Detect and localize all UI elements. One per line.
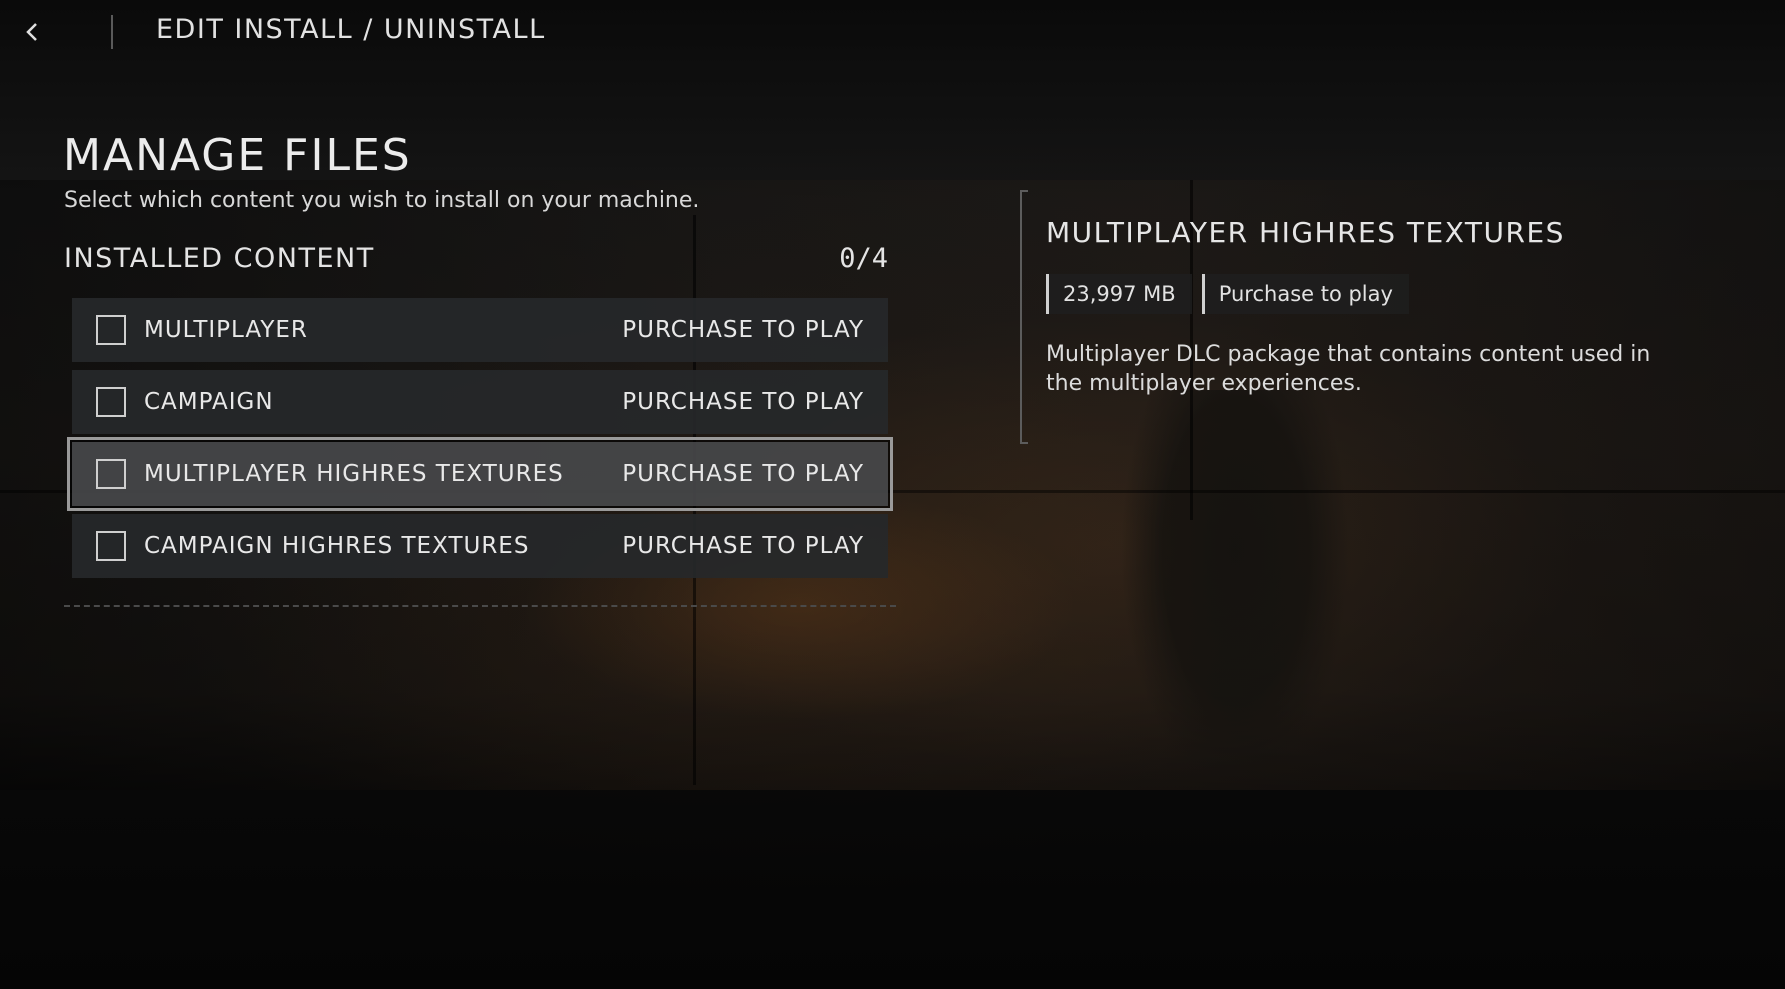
- detail-description: Multiplayer DLC package that contains co…: [1046, 342, 1651, 396]
- content-row-status: PURCHASE TO PLAY: [622, 389, 864, 415]
- content-row-status: PURCHASE TO PLAY: [622, 317, 864, 343]
- page-title: MANAGE FILES: [63, 130, 412, 181]
- content-row-label: CAMPAIGN HIGHRES TEXTURES: [144, 533, 530, 559]
- content-list: MULTIPLAYER PURCHASE TO PLAY CAMPAIGN PU…: [67, 298, 893, 586]
- detail-bracket: [1020, 190, 1028, 444]
- list-divider: [64, 605, 896, 607]
- content-row-label: MULTIPLAYER HIGHRES TEXTURES: [144, 461, 564, 487]
- content-row-multiplayer-highres-textures[interactable]: MULTIPLAYER HIGHRES TEXTURES PURCHASE TO…: [67, 437, 893, 511]
- installed-count: 0/4: [839, 243, 888, 274]
- top-bar: EDIT INSTALL / UNINSTALL: [0, 0, 1785, 64]
- content-row-label: CAMPAIGN: [144, 389, 274, 415]
- background-floor: [0, 790, 1785, 989]
- background-soldier: [1120, 390, 1350, 790]
- back-button[interactable]: [14, 14, 50, 50]
- page-header-title: EDIT INSTALL / UNINSTALL: [156, 14, 546, 45]
- checkbox[interactable]: [96, 387, 126, 417]
- content-row-campaign[interactable]: CAMPAIGN PURCHASE TO PLAY: [72, 370, 888, 434]
- page-subtitle: Select which content you wish to install…: [64, 188, 700, 213]
- content-row-status: PURCHASE TO PLAY: [622, 461, 864, 487]
- screen: EDIT INSTALL / UNINSTALL MANAGE FILES Se…: [0, 0, 1785, 989]
- checkbox[interactable]: [96, 459, 126, 489]
- content-row-label: MULTIPLAYER: [144, 317, 308, 343]
- chevron-left-icon: [26, 23, 37, 41]
- header-divider: [111, 15, 113, 49]
- content-row-campaign-highres-textures[interactable]: CAMPAIGN HIGHRES TEXTURES PURCHASE TO PL…: [72, 514, 888, 578]
- section-heading: INSTALLED CONTENT: [64, 243, 375, 274]
- size-tag: 23,997 MB: [1046, 274, 1192, 314]
- content-row-multiplayer[interactable]: MULTIPLAYER PURCHASE TO PLAY: [72, 298, 888, 362]
- checkbox[interactable]: [96, 531, 126, 561]
- detail-tags: 23,997 MB Purchase to play: [1046, 274, 1409, 314]
- content-row-status: PURCHASE TO PLAY: [622, 533, 864, 559]
- detail-title: MULTIPLAYER HIGHRES TEXTURES: [1046, 216, 1565, 249]
- checkbox[interactable]: [96, 315, 126, 345]
- status-tag: Purchase to play: [1201, 274, 1409, 314]
